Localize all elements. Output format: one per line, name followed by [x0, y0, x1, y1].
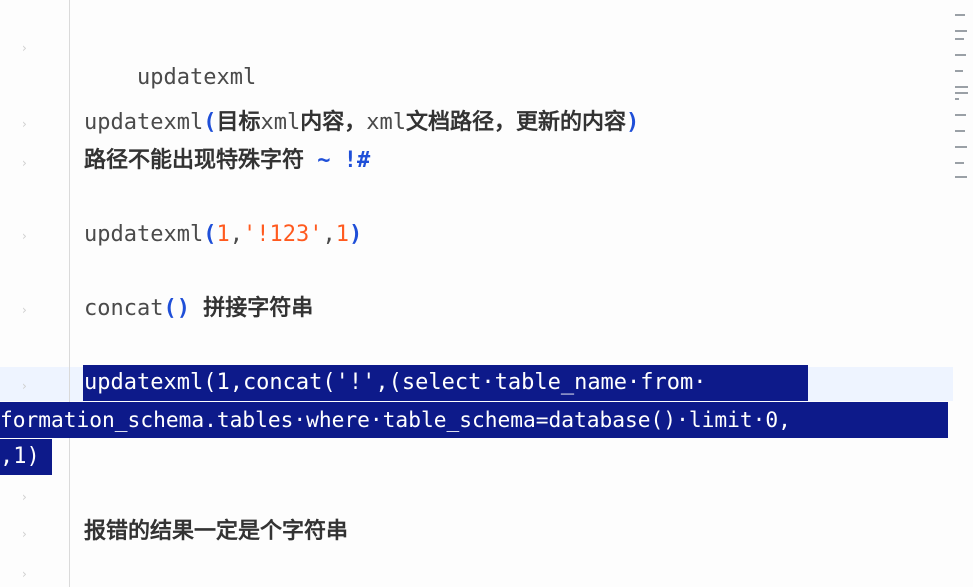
- code-line[interactable]: concat() 拼接字符串: [84, 294, 313, 324]
- number-literal: 1: [216, 222, 230, 247]
- cjk-text: 目标: [216, 110, 261, 135]
- code-text: updatexml: [84, 222, 204, 247]
- code-editor[interactable]: › › › › › › › › › updatexml updatexml(目标…: [0, 0, 973, 587]
- fold-marker-icon: ›: [22, 379, 27, 393]
- cjk-text: 内容，: [300, 110, 367, 135]
- fold-marker-icon: ›: [22, 41, 27, 55]
- minimap[interactable]: [951, 0, 973, 190]
- code-text: xml: [366, 110, 406, 135]
- cjk-text: 文档路径，更新的内容: [406, 110, 627, 135]
- fold-marker-icon: ›: [22, 303, 27, 317]
- paren: (: [203, 110, 217, 135]
- fold-marker-icon: ›: [22, 156, 27, 170]
- code-line[interactable]: 报错的结果一定是个字符串: [84, 517, 348, 547]
- cjk-text: 路径不能出现特殊字符: [84, 148, 305, 173]
- paren: ): [626, 110, 640, 135]
- selected-code-line[interactable]: ,1): [0, 442, 40, 472]
- fold-marker-icon: ›: [22, 229, 27, 243]
- code-line[interactable]: 路径不能出现特殊字符 ~ !#: [84, 146, 370, 176]
- code-line[interactable]: updatexml(1,'!123',1): [84, 220, 362, 250]
- fold-marker-icon: ›: [22, 527, 27, 541]
- number-literal: 1: [335, 222, 349, 247]
- fold-marker-icon: ›: [22, 567, 27, 581]
- paren: ): [348, 222, 363, 247]
- code-text: updatexml: [84, 110, 204, 135]
- code-text: concat: [84, 296, 164, 321]
- string-literal: '!123': [242, 222, 323, 247]
- code-line[interactable]: updatexml(目标xml内容，xml文档路径，更新的内容): [84, 108, 639, 138]
- code-text: xml: [260, 110, 301, 135]
- comma: ,: [322, 222, 336, 247]
- paren: (: [203, 222, 217, 247]
- comma: ,: [229, 222, 243, 247]
- paren: (): [163, 296, 190, 321]
- fold-marker-icon: ›: [22, 490, 27, 504]
- cjk-text: 报错的结果一定是个字符串: [84, 519, 349, 544]
- code-line[interactable]: updatexml: [84, 33, 256, 90]
- indent-guide: [69, 0, 70, 587]
- cjk-text: 拼接字符串: [203, 296, 314, 321]
- selected-code-line[interactable]: formation_schema.tables·where·table_sche…: [0, 405, 791, 435]
- code-text: updatexml: [136, 65, 257, 90]
- code-text: ~ !#: [317, 148, 371, 173]
- selected-code-line[interactable]: updatexml(1,concat('!',(select·table_nam…: [84, 368, 707, 398]
- fold-marker-icon: ›: [22, 117, 27, 131]
